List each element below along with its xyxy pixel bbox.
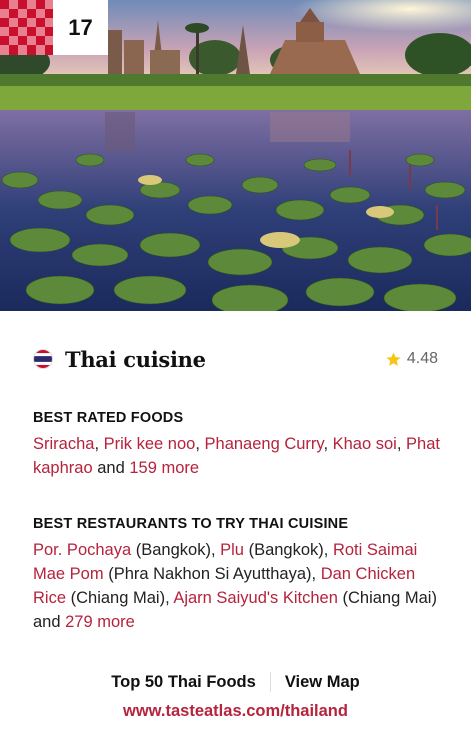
food-link[interactable]: Sriracha	[33, 435, 94, 453]
and-text: and	[97, 459, 125, 477]
section-heading: BEST RATED FOODS	[33, 410, 184, 426]
website-link[interactable]: www.tasteatlas.com/thailand	[0, 702, 471, 721]
restaurant-location: (Bangkok)	[248, 541, 324, 559]
more-restaurants-link[interactable]: 279 more	[65, 613, 135, 631]
restaurant-location: (Chiang Mai)	[342, 589, 437, 607]
best-rated-foods-section: BEST RATED FOODS Sriracha, Prik kee noo,…	[33, 410, 443, 480]
footer-links: Top 50 Thai Foods View Map	[0, 672, 471, 692]
view-map-link[interactable]: View Map	[285, 673, 360, 692]
more-foods-link[interactable]: 159 more	[129, 459, 199, 477]
checkered-tablecloth-icon	[0, 0, 53, 55]
thailand-flag-icon	[33, 349, 53, 369]
page-title[interactable]: Thai cuisine	[65, 347, 206, 372]
rank-number: 17	[53, 0, 108, 55]
divider	[269, 672, 271, 692]
rank-badge: 17	[0, 0, 108, 55]
restaurant-location: (Phra Nakhon Si Ayutthaya)	[108, 565, 312, 583]
rating: 4.48	[385, 350, 438, 368]
best-restaurants-section: BEST RESTAURANTS TO TRY THAI CUISINE Por…	[33, 516, 443, 634]
restaurant-link[interactable]: Ajarn Saiyud's Kitchen	[173, 589, 338, 607]
restaurant-link[interactable]: Por. Pochaya	[33, 541, 131, 559]
food-link[interactable]: Phanaeng Curry	[205, 435, 324, 453]
star-icon	[386, 351, 401, 366]
restaurant-link[interactable]: Plu	[220, 541, 244, 559]
restaurant-location: (Chiang Mai)	[70, 589, 166, 607]
food-link[interactable]: Prik kee noo	[104, 435, 196, 453]
top-50-foods-link[interactable]: Top 50 Thai Foods	[111, 673, 256, 692]
and-text: and	[33, 613, 61, 631]
food-list: Sriracha, Prik kee noo, Phanaeng Curry, …	[33, 435, 440, 477]
restaurant-list: Por. Pochaya (Bangkok), Plu (Bangkok), R…	[33, 541, 437, 631]
section-heading: BEST RESTAURANTS TO TRY THAI CUISINE	[33, 516, 349, 532]
cuisine-header: Thai cuisine 4.48	[33, 342, 438, 376]
food-link[interactable]: Khao soi	[333, 435, 397, 453]
restaurant-location: (Bangkok)	[135, 541, 211, 559]
rating-value: 4.48	[406, 350, 438, 367]
